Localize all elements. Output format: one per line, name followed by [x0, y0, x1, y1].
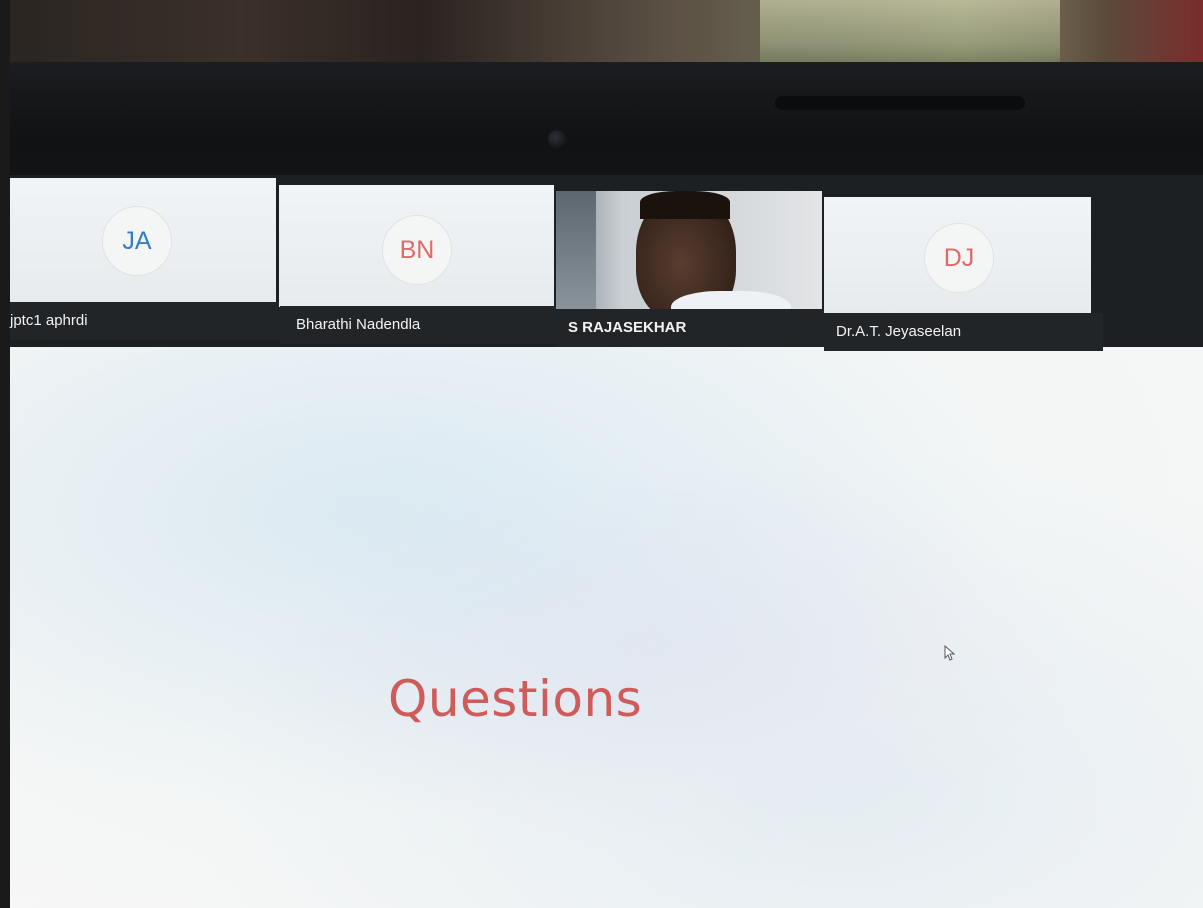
participant-avatar: BN — [382, 215, 452, 285]
laptop-bezel — [8, 62, 1203, 192]
mouse-pointer-icon — [944, 644, 956, 666]
participant-name-label: S RAJASEKHAR — [556, 309, 834, 347]
participant-strip: JA jptc1 aphrdi BN Bharathi Nadendla S R… — [10, 175, 1203, 351]
bezel-slot — [775, 96, 1025, 110]
slide-title: Questions — [388, 670, 643, 728]
participant-hair — [640, 191, 730, 219]
participant-name-label: Bharathi Nadendla — [280, 306, 571, 344]
participant-tile[interactable]: JA — [10, 178, 276, 302]
participant-avatar: JA — [102, 206, 172, 276]
participant-avatar: DJ — [924, 223, 994, 293]
participant-video — [556, 191, 822, 311]
webcam-icon — [548, 130, 566, 148]
participant-name-label: Dr.A.T. Jeyaseelan — [824, 313, 1103, 351]
video-background-wall — [556, 191, 596, 311]
participant-tile[interactable]: BN — [279, 185, 554, 307]
shared-slide — [10, 347, 1203, 908]
participant-video-tile[interactable] — [556, 191, 822, 311]
participant-tile[interactable]: DJ — [824, 197, 1091, 313]
participant-shirt — [671, 291, 791, 311]
participant-name-label: jptc1 aphrdi — [10, 302, 280, 340]
meeting-screen: JA jptc1 aphrdi BN Bharathi Nadendla S R… — [10, 175, 1203, 908]
photo-of-laptop-screen: JA jptc1 aphrdi BN Bharathi Nadendla S R… — [0, 0, 1203, 908]
photo-left-edge — [0, 0, 10, 908]
